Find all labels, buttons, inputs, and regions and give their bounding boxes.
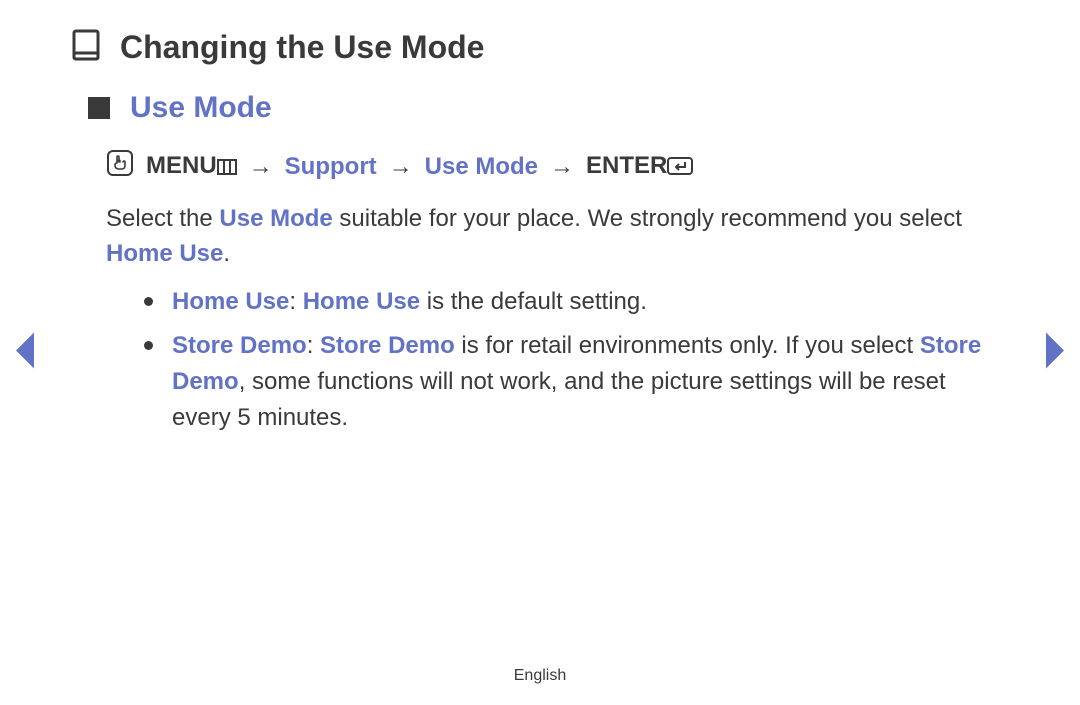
intro-mid: suitable for your place. We strongly rec… bbox=[333, 205, 962, 232]
intro-home-use: Home Use bbox=[106, 240, 223, 267]
square-bullet-icon bbox=[88, 97, 110, 119]
menu-path: MENU → Support → Use Mode → ENTER bbox=[106, 149, 1010, 184]
nav-enter-label: ENTER bbox=[586, 152, 693, 182]
enter-icon bbox=[667, 154, 693, 182]
intro-post: . bbox=[223, 240, 230, 267]
nav-menu-label: MENU bbox=[146, 152, 237, 182]
hand-icon bbox=[106, 149, 134, 184]
home-use-name-2: Home Use bbox=[303, 288, 420, 315]
nav-menu-text: MENU bbox=[146, 152, 217, 179]
home-use-desc: is the default setting. bbox=[420, 288, 647, 315]
home-use-name: Home Use bbox=[172, 288, 289, 315]
store-demo-mid: is for retail environments only. If you … bbox=[455, 332, 920, 359]
page-title-row: Changing the Use Mode bbox=[70, 28, 1010, 67]
store-demo-rest: , some functions will not work, and the … bbox=[172, 368, 946, 431]
section-title: Use Mode bbox=[130, 91, 272, 125]
prev-page-button[interactable] bbox=[14, 330, 38, 375]
arrow-separator: → bbox=[550, 153, 574, 181]
menu-grid-icon bbox=[217, 154, 237, 182]
triangle-left-icon bbox=[14, 330, 38, 370]
arrow-separator: → bbox=[249, 153, 273, 181]
list-item-home-use: Home Use: Home Use is the default settin… bbox=[140, 284, 1010, 320]
intro-paragraph: Select the Use Mode suitable for your pl… bbox=[106, 202, 1010, 272]
nav-support: Support bbox=[285, 153, 377, 181]
nav-use-mode: Use Mode bbox=[425, 153, 538, 181]
page-title: Changing the Use Mode bbox=[120, 29, 484, 66]
intro-pre: Select the bbox=[106, 205, 219, 232]
triangle-right-icon bbox=[1042, 330, 1066, 370]
arrow-separator: → bbox=[389, 153, 413, 181]
nav-enter-text: ENTER bbox=[586, 152, 667, 179]
book-icon bbox=[70, 28, 104, 67]
options-list: Home Use: Home Use is the default settin… bbox=[140, 284, 1010, 436]
store-demo-name: Store Demo bbox=[172, 332, 307, 359]
section-title-row: Use Mode bbox=[88, 91, 1010, 125]
home-use-colon: : bbox=[289, 288, 302, 315]
next-page-button[interactable] bbox=[1042, 330, 1066, 375]
manual-page: Changing the Use Mode Use Mode MENU → Su… bbox=[0, 0, 1080, 705]
footer-language: English bbox=[0, 667, 1080, 685]
intro-use-mode: Use Mode bbox=[219, 205, 332, 232]
store-demo-colon: : bbox=[307, 332, 320, 359]
store-demo-name-2: Store Demo bbox=[320, 332, 455, 359]
list-item-store-demo: Store Demo: Store Demo is for retail env… bbox=[140, 328, 1010, 436]
